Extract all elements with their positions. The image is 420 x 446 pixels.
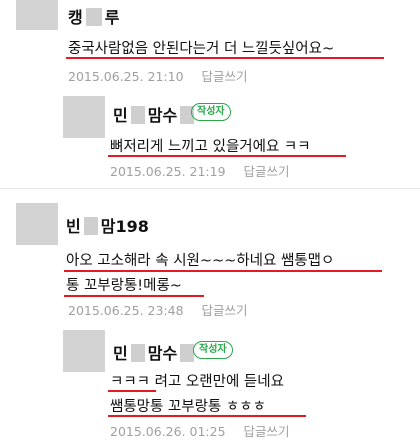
author-badge: 작성자 (193, 341, 233, 359)
highlight-underline (108, 415, 306, 417)
avatar[interactable] (16, 0, 58, 30)
comment-meta: 2015.06.25. 23:48 답글쓰기 (68, 300, 248, 319)
reply-link[interactable]: 답글쓰기 (202, 69, 248, 84)
comment-text-line-2: 쌤통망통 꼬부랑통 ㅎㅎㅎ (110, 399, 266, 415)
comment-text-line-1: 아오 고소해라 속 시원~~~하네요 쌤통맵ㅇ (66, 253, 335, 269)
comment-date: 2015.06.26. 01:25 (110, 424, 226, 439)
highlight-underline (108, 390, 156, 392)
divider (0, 188, 420, 189)
reply-link[interactable]: 답글쓰기 (244, 424, 290, 439)
comment-meta: 2015.06.26. 01:25 답글쓰기 (110, 421, 290, 440)
highlight-underline (64, 270, 382, 272)
avatar[interactable] (16, 203, 58, 245)
avatar[interactable] (63, 96, 105, 138)
comment-date: 2015.06.25. 21:10 (68, 69, 184, 84)
author-name[interactable]: 빈 맘198 (66, 213, 149, 237)
redaction-block (180, 344, 195, 362)
highlight-underline (66, 57, 384, 59)
comment-date: 2015.06.25. 21:19 (110, 164, 226, 179)
redaction-block (85, 8, 102, 26)
comment-date: 2015.06.25. 23:48 (68, 303, 184, 318)
redaction-block (130, 344, 145, 362)
avatar[interactable] (63, 330, 105, 372)
reply-link[interactable]: 답글쓰기 (202, 303, 248, 318)
reply-link[interactable]: 답글쓰기 (244, 164, 290, 179)
author-badge: 작성자 (191, 103, 231, 121)
redaction-block (83, 217, 98, 235)
highlight-underline (108, 155, 346, 157)
highlight-underline (64, 295, 204, 297)
comment-meta: 2015.06.25. 21:19 답글쓰기 (110, 161, 290, 180)
comment-meta: 2015.06.25. 21:10 답글쓰기 (68, 66, 248, 85)
comment-text: 중국사람없음 안된다는거 더 느낄듯싶어요~ (68, 41, 335, 57)
comment-text-line-1: ㅋㅋㅋ 려고 오랜만에 듣네요 (110, 374, 284, 390)
author-name[interactable]: 민 맘수 (113, 340, 195, 364)
author-name[interactable]: 캥루 (68, 4, 119, 28)
redaction-block (130, 106, 145, 124)
author-name[interactable]: 민 맘수 (113, 102, 195, 126)
comment-text-line-2: 통 꼬부랑통!메롱~ (66, 278, 182, 294)
comment-text: 뼈저리게 느끼고 있을거에요 ㅋㅋ (110, 139, 311, 155)
